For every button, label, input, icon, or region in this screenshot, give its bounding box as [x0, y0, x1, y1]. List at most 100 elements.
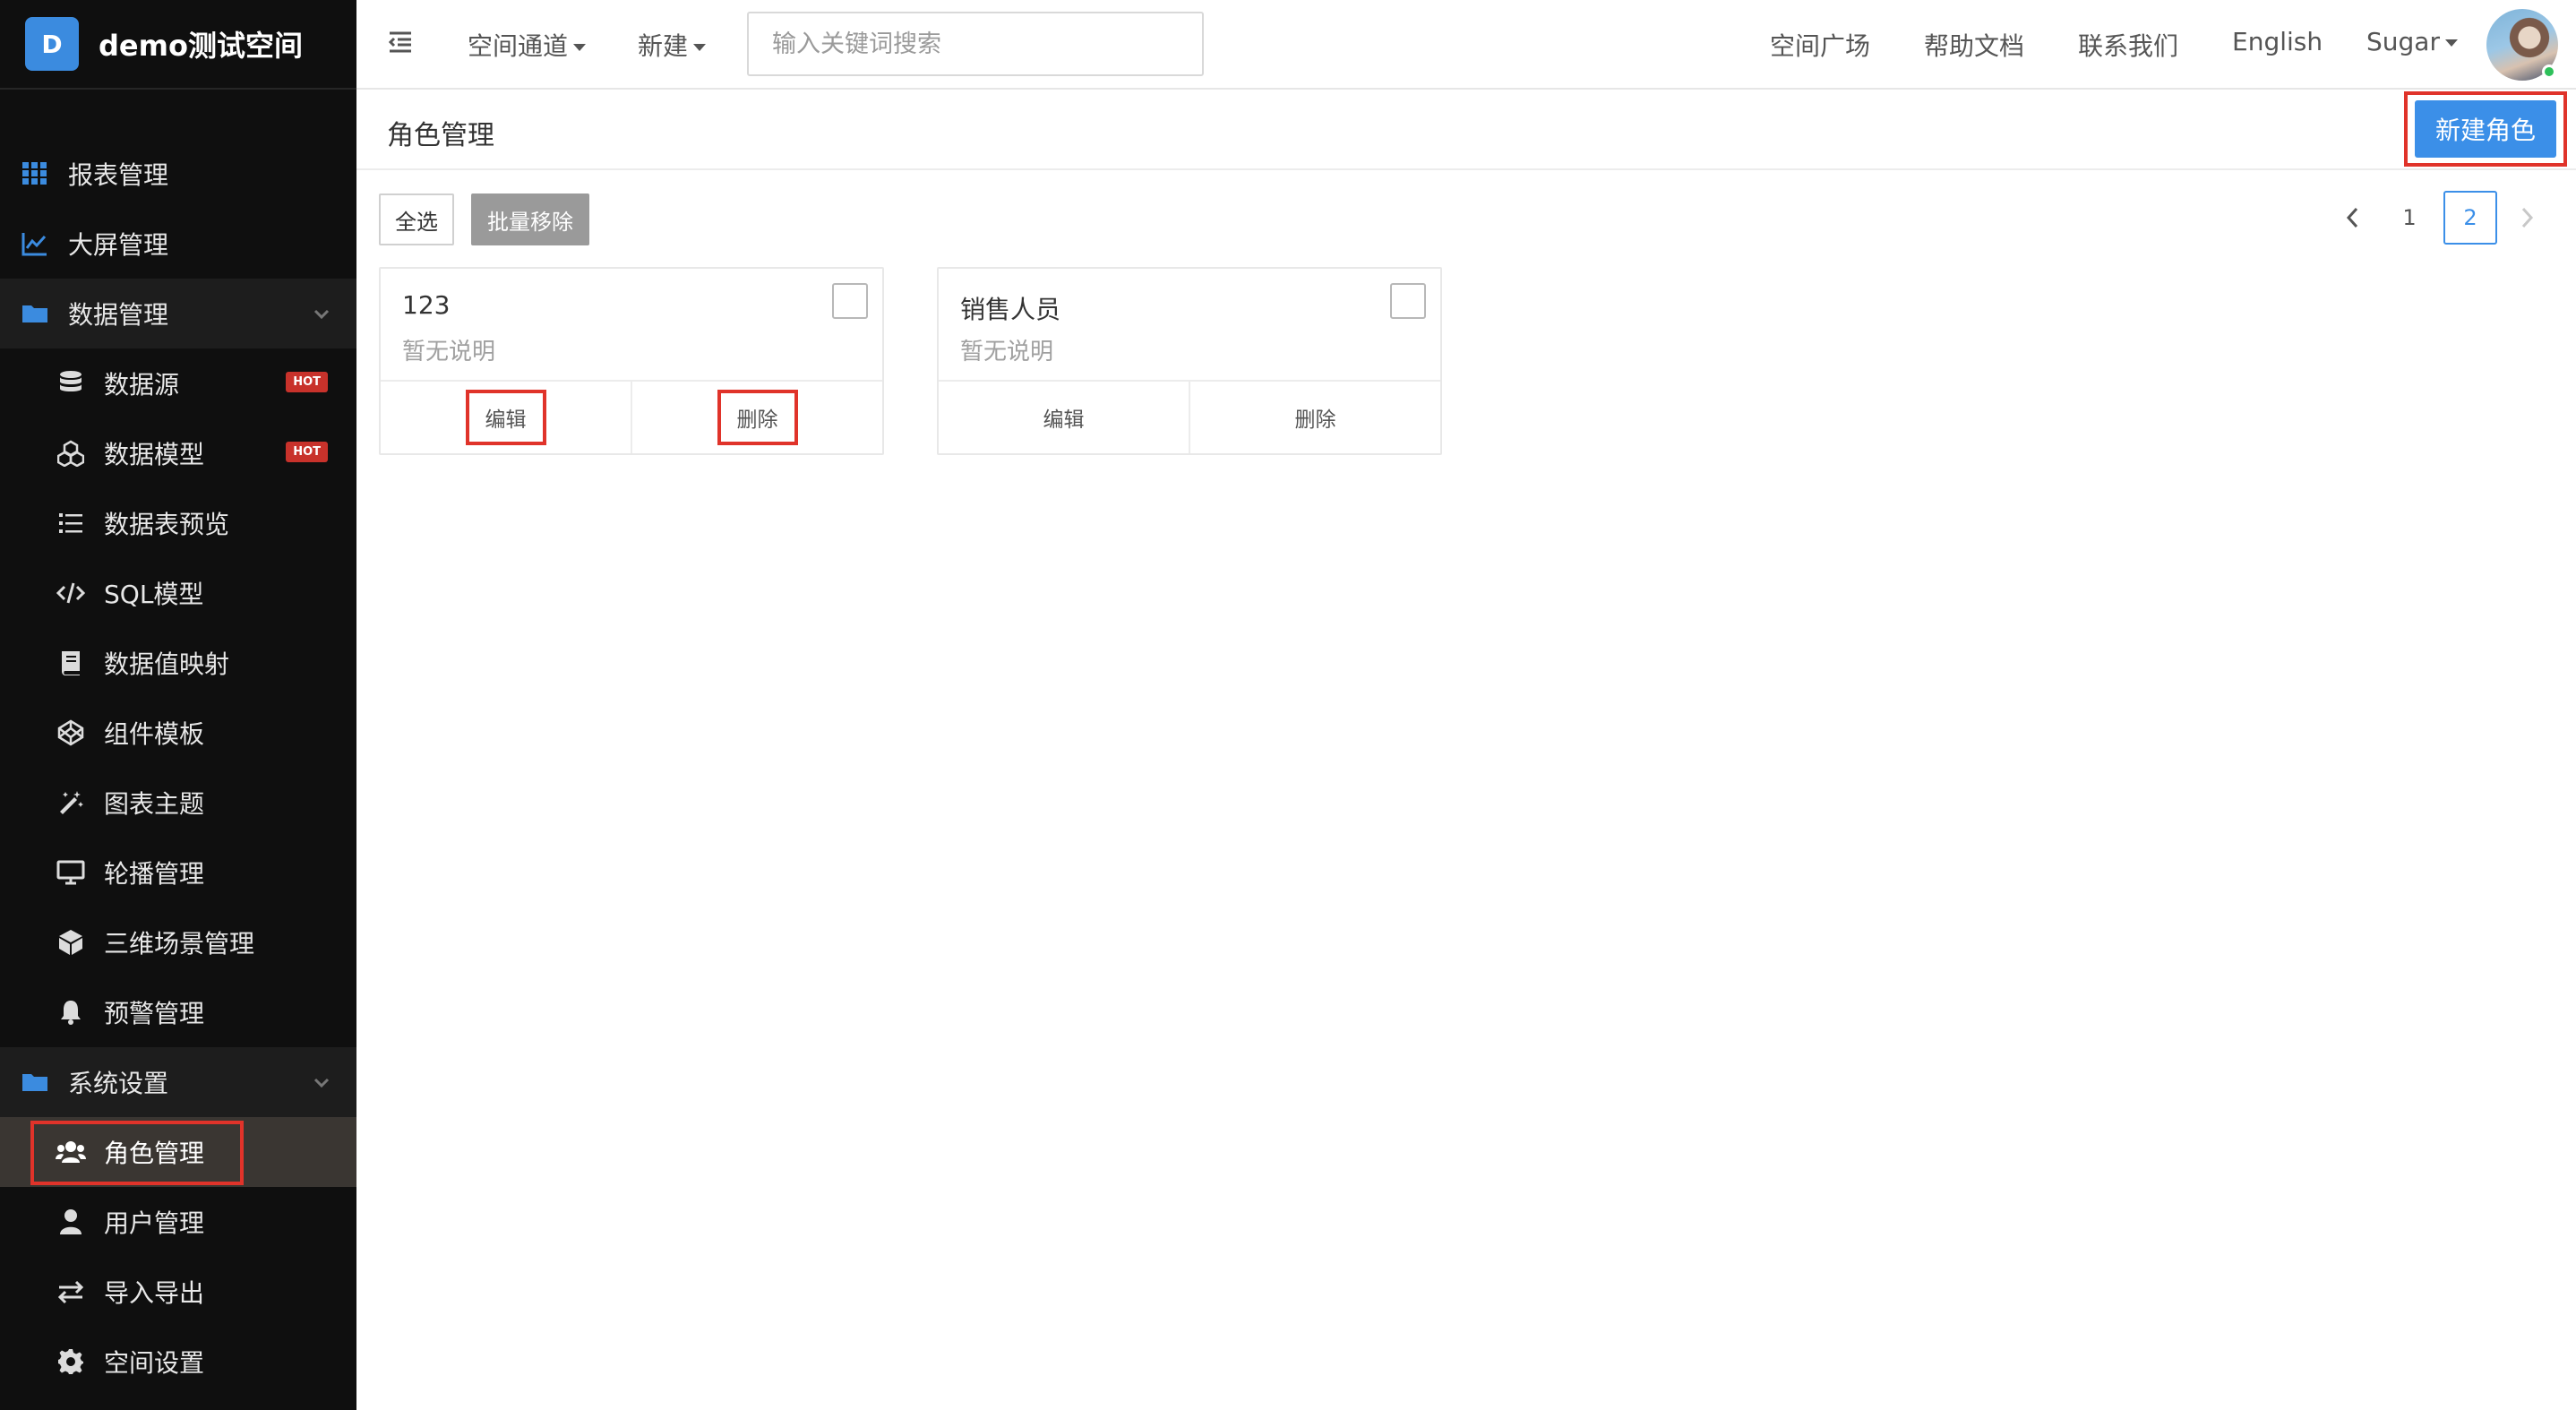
new-dropdown[interactable]: 新建: [638, 27, 707, 63]
highlight-box: [717, 390, 798, 445]
caret-down-icon: [693, 44, 707, 51]
role-card: 123 暂无说明 编辑 删除: [379, 267, 884, 455]
sidebar-item-3d-scenes[interactable]: 三维场景管理: [0, 907, 356, 977]
sidebar-item-chart-themes[interactable]: 图表主题: [0, 768, 356, 838]
delete-role-button[interactable]: 删除: [1189, 382, 1440, 453]
sidebar-item-label: 数据模型: [104, 440, 205, 469]
user-icon: [56, 1207, 86, 1237]
cube-icon: [56, 927, 86, 958]
prev-page-icon[interactable]: [2340, 204, 2366, 231]
sidebar-item-datasource[interactable]: 数据源 HOT: [0, 348, 356, 418]
edit-role-button[interactable]: 编辑: [939, 382, 1189, 453]
sidebar-item-label: 组件模板: [104, 719, 205, 749]
sidebar-group-data[interactable]: 数据管理: [0, 279, 356, 348]
next-page-icon[interactable]: [2513, 204, 2540, 231]
role-name: 123: [402, 290, 451, 320]
user-menu-dropdown[interactable]: Sugar: [2366, 27, 2458, 56]
sidebar-item-carousel[interactable]: 轮播管理: [0, 838, 356, 907]
role-checkbox[interactable]: [832, 283, 868, 319]
role-checkbox[interactable]: [1390, 283, 1426, 319]
cubes-icon: [56, 438, 86, 469]
role-card-actions: 编辑 删除: [381, 380, 882, 453]
edit-role-button[interactable]: 编辑: [381, 382, 631, 453]
database-icon: [56, 368, 86, 399]
batch-remove-button[interactable]: 批量移除: [471, 193, 589, 245]
sidebar-item-table-preview[interactable]: 数据表预览: [0, 488, 356, 558]
highlight-box: [30, 1121, 244, 1185]
sidebar-item-label: 导入导出: [104, 1278, 205, 1308]
sidebar-item-reports[interactable]: 报表管理: [0, 139, 356, 209]
grid-icon: [20, 159, 50, 189]
sidebar-item-alerts[interactable]: 预警管理: [0, 977, 356, 1047]
sidebar-item-label: 报表管理: [68, 160, 169, 190]
sidebar-item-label: 三维场景管理: [104, 929, 255, 959]
hot-badge: HOT: [286, 442, 328, 462]
sidebar-item-label: 数据源: [104, 370, 180, 400]
sidebar-item-value-mapping[interactable]: 数据值映射: [0, 628, 356, 698]
pagination: 1 2: [2340, 190, 2540, 245]
sidebar-item-label: 空间设置: [104, 1348, 205, 1378]
link-english[interactable]: English: [2232, 27, 2323, 56]
sidebar-item-component-templates[interactable]: 组件模板: [0, 698, 356, 768]
sidebar-item-label: 数据管理: [68, 300, 169, 330]
book-icon: [56, 648, 86, 678]
link-space-plaza[interactable]: 空间广场: [1770, 27, 1870, 63]
folder-icon: [20, 1067, 50, 1097]
sidebar-item-import-export[interactable]: 导入导出: [0, 1257, 356, 1327]
role-description: 暂无说明: [402, 339, 496, 365]
chevron-down-icon: [312, 1072, 331, 1092]
page-header: 角色管理 新建角色: [356, 91, 2576, 170]
code-icon: [56, 578, 86, 608]
sidebar-item-label: SQL模型: [104, 580, 204, 609]
user-name: Sugar: [2366, 27, 2440, 56]
sidebar-group-system-settings[interactable]: 系统设置: [0, 1047, 356, 1117]
line-chart-icon: [20, 228, 50, 259]
top-navbar: 空间通道 新建 空间广场 帮助文档 联系我们 English Sugar: [356, 0, 2576, 90]
delete-role-button[interactable]: 删除: [631, 382, 882, 453]
sidebar-item-data-model[interactable]: 数据模型 HOT: [0, 418, 356, 488]
delete-label: 删除: [1294, 408, 1336, 432]
gear-icon: [56, 1346, 86, 1377]
page-number-current[interactable]: 2: [2443, 191, 2497, 245]
sidebar-item-role-management[interactable]: 角色管理: [0, 1117, 356, 1187]
chevron-down-icon: [312, 304, 331, 323]
role-name: 销售人员: [960, 295, 1061, 324]
select-all-button[interactable]: 全选: [379, 193, 454, 245]
caret-down-icon: [2444, 39, 2458, 47]
sidebar-item-label: 预警管理: [104, 999, 205, 1028]
role-card-actions: 编辑 删除: [939, 380, 1440, 453]
menu-collapse-icon[interactable]: [387, 29, 414, 56]
folder-icon: [20, 298, 50, 329]
sidebar: D demo测试空间 报表管理 大屏管理 数据管理 数据源 HOT 数据模型 H…: [0, 0, 356, 1410]
list-icon: [56, 508, 86, 538]
sidebar-item-user-management[interactable]: 用户管理: [0, 1187, 356, 1257]
caret-down-icon: [573, 44, 587, 51]
highlight-box: [465, 390, 546, 445]
sidebar-item-label: 数据表预览: [104, 510, 230, 539]
page-title: 角色管理: [387, 120, 494, 151]
online-status-dot: [2542, 64, 2556, 79]
space-channel-label: 空间通道: [468, 31, 569, 61]
sidebar-item-label: 用户管理: [104, 1208, 205, 1238]
sidebar-item-sql-model[interactable]: SQL模型: [0, 558, 356, 628]
link-contact-us[interactable]: 联系我们: [2078, 27, 2178, 63]
page-number[interactable]: 1: [2383, 191, 2436, 245]
codepen-icon: [56, 718, 86, 748]
space-header[interactable]: D demo测试空间: [0, 0, 356, 90]
space-logo: D: [25, 17, 79, 71]
space-channel-dropdown[interactable]: 空间通道: [468, 27, 587, 63]
new-label: 新建: [638, 31, 689, 61]
role-description: 暂无说明: [960, 339, 1054, 365]
sidebar-item-dashboards[interactable]: 大屏管理: [0, 209, 356, 279]
link-help-docs[interactable]: 帮助文档: [1924, 27, 2024, 63]
sidebar-nav: 报表管理 大屏管理 数据管理 数据源 HOT 数据模型 HOT 数据表预览 SQ…: [0, 139, 356, 1397]
sidebar-item-space-settings[interactable]: 空间设置: [0, 1327, 356, 1397]
magic-wand-icon: [56, 787, 86, 818]
exchange-icon: [56, 1277, 86, 1307]
space-name: demo测试空间: [99, 29, 303, 63]
role-card: 销售人员 暂无说明 编辑 删除: [937, 267, 1442, 455]
new-role-button[interactable]: 新建角色: [2415, 100, 2556, 158]
sidebar-item-label: 系统设置: [68, 1069, 169, 1098]
monitor-icon: [56, 857, 86, 888]
search-input[interactable]: [747, 12, 1204, 76]
